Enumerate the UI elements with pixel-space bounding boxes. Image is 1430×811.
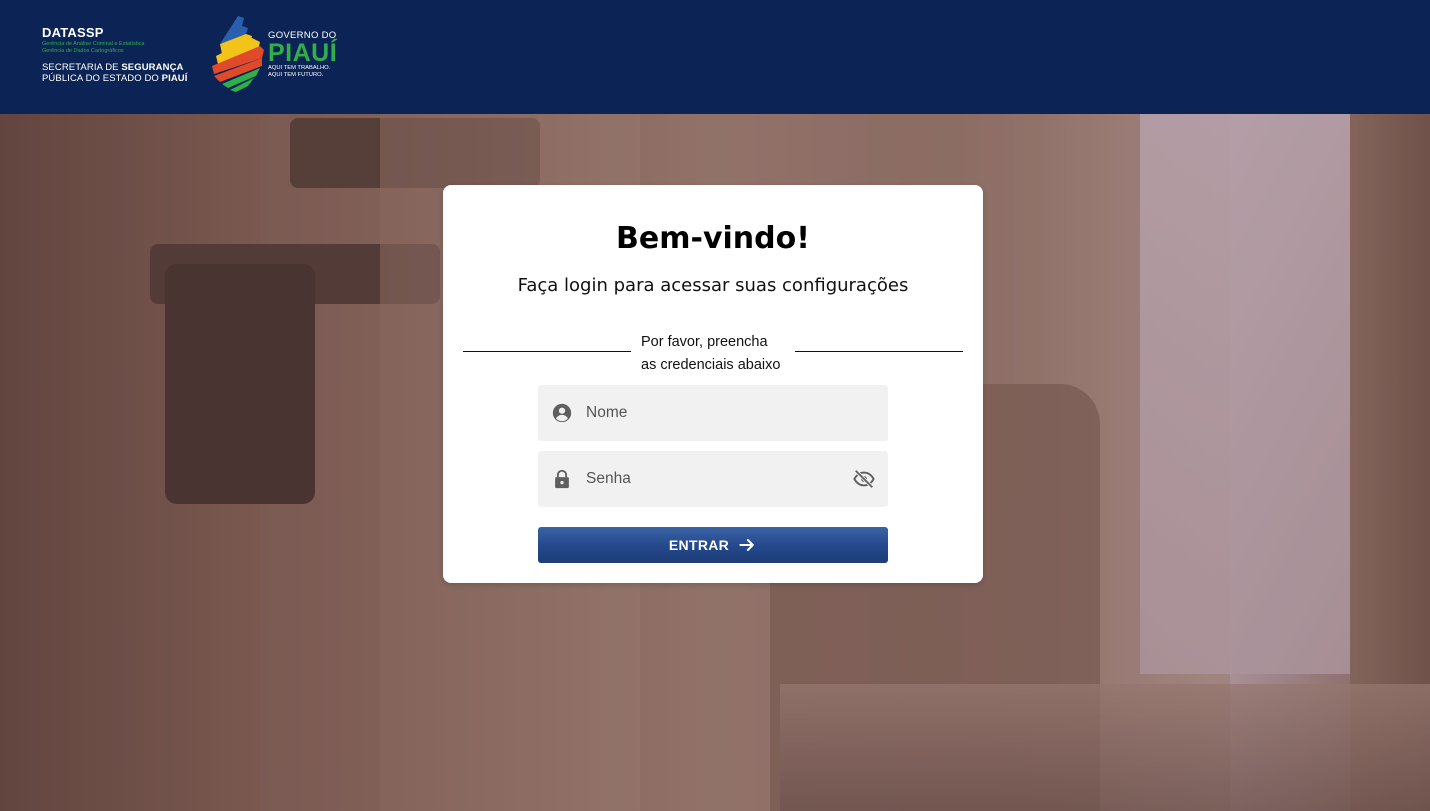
brand-subtitle-2: Gerência de Dados Cartográficos — [42, 48, 124, 54]
divider-line-right — [795, 351, 963, 352]
gov-text: GOVERNO DO PIAUÍ AQUI TEM TRABALHO. AQUI… — [268, 30, 337, 78]
gov-tagline-2: AQUI TEM FUTURO. — [268, 71, 324, 78]
name-field[interactable] — [538, 385, 888, 441]
secretaria-text: SECRETARIA DE — [42, 62, 122, 73]
submit-button-label: ENTRAR — [668, 537, 730, 553]
secretaria-text-2: PÚBLICA DO ESTADO DO — [42, 73, 162, 84]
eye-off-icon[interactable] — [852, 468, 876, 490]
governo-piaui-logo: GOVERNO DO PIAUÍ AQUI TEM TRABALHO. AQUI… — [208, 14, 358, 96]
lock-icon — [555, 469, 569, 489]
secretaria-bold-2: PIAUÍ — [161, 73, 188, 84]
arrow-right-icon — [739, 539, 754, 551]
submit-button[interactable]: ENTRAR — [538, 527, 888, 563]
header-bar: DATASSP Gerência de Análise Criminal e E… — [0, 0, 1430, 114]
secretaria-line-1: SECRETARIA DE SEGURANÇA — [42, 62, 188, 73]
secretaria-line-2: PÚBLICA DO ESTADO DO PIAUÍ — [42, 73, 188, 84]
gov-piaui-wordmark: PIAUÍ — [268, 39, 338, 67]
welcome-title: Bem-vindo! — [616, 221, 810, 256]
divider-line-left — [463, 351, 631, 352]
divider-text: Por favor, preencha as credenciais abaix… — [641, 331, 801, 377]
divider-text-line-1: Por favor, preencha — [641, 334, 768, 350]
brand-name: DATASSP — [42, 25, 104, 40]
brand-subtitle-1: Gerência de Análise Criminal e Estatísti… — [42, 41, 145, 47]
password-field[interactable] — [538, 451, 888, 507]
password-input[interactable] — [586, 451, 836, 507]
account-circle-icon — [552, 403, 572, 423]
secretaria-bold: SEGURANÇA — [121, 62, 184, 73]
gov-tagline-1: AQUI TEM TRABALHO. — [268, 65, 331, 71]
login-card: Bem-vindo! Faça login para acessar suas … — [443, 185, 983, 583]
name-input[interactable] — [586, 385, 836, 441]
credentials-divider: Por favor, preencha as credenciais abaix… — [463, 329, 963, 375]
login-subtitle: Faça login para acessar suas configuraçõ… — [517, 275, 909, 296]
piaui-map-icon — [212, 16, 264, 92]
divider-text-line-2: as credenciais abaixo — [641, 357, 781, 373]
datassp-logo: DATASSP Gerência de Análise Criminal e E… — [42, 25, 188, 85]
